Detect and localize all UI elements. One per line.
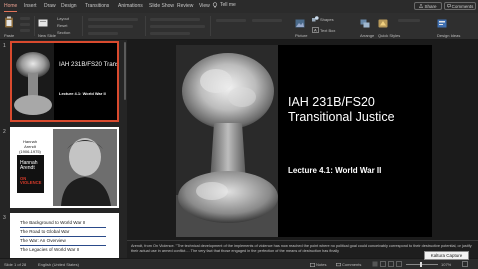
arrange-button[interactable]: Arrange	[360, 15, 374, 38]
comments-toggle-label: Comments	[342, 262, 362, 267]
thumb3-item-3: The War: An Overview	[20, 237, 106, 246]
slide-count: Slide 1 of 28	[4, 262, 27, 267]
current-slide[interactable]: IAH 231B/FS20 Transitional Justice Lectu…	[176, 45, 432, 237]
reset-button[interactable]: Reset	[57, 23, 67, 28]
design-ideas-icon	[437, 19, 447, 28]
comments-toggle[interactable]: Comments	[336, 262, 361, 267]
book-author: Hannah Arendt	[20, 160, 38, 172]
tab-animations[interactable]: Animations	[118, 3, 143, 9]
quick-styles-label: Quick Styles	[378, 33, 401, 38]
thumb1-title: IAH 231B/FS20 Transitional Justice	[59, 61, 119, 68]
thumb3-item-1: The Background to World War II	[20, 219, 106, 228]
design-ideas-label: Design Ideas	[437, 33, 461, 38]
tab-design[interactable]: Design	[61, 3, 77, 9]
quick-styles-icon	[378, 19, 388, 28]
tell-me-search[interactable]: Tell me	[212, 2, 236, 8]
section-button[interactable]: Section	[57, 30, 70, 35]
slide-subtitle[interactable]: Lecture 4.1: World War II	[288, 166, 381, 175]
comment-icon	[446, 4, 451, 8]
slide-sorter-icon	[380, 261, 386, 267]
thumb3-item-2: The Road to Global War	[20, 228, 106, 237]
kaltura-capture-tooltip: Kaltura Capture	[424, 251, 469, 260]
new-slide-label: New Slide	[38, 33, 57, 38]
picture-icon	[295, 19, 305, 28]
thumb2-caption-name: Hannah Arendt	[22, 139, 37, 149]
arrange-icon	[360, 19, 370, 28]
thumb3-item-4: The Legacies of World War II	[20, 247, 80, 252]
picture-button[interactable]: Picture	[295, 15, 307, 38]
slide-thumbnail-1[interactable]: IAH 231B/FS20 Transitional Justice Lectu…	[10, 41, 119, 122]
shapes-icon	[312, 16, 319, 22]
clipboard-icon	[5, 16, 13, 28]
book-title: ON VIOLENCE	[20, 176, 42, 186]
mushroom-cloud-image	[176, 45, 278, 237]
picture-label: Picture	[295, 33, 308, 38]
tab-transitions[interactable]: Transitions	[85, 3, 109, 9]
notes-toggle[interactable]: Notes	[310, 262, 326, 267]
share-icon	[419, 4, 424, 8]
paste-label: Paste	[4, 33, 15, 38]
slide-thumbnail-3[interactable]: The Background to World War II The Road …	[10, 213, 119, 258]
normal-view-icon	[372, 261, 378, 267]
mushroom-cloud-thumbnail-image	[12, 43, 54, 120]
zoom-slider[interactable]	[406, 264, 438, 265]
thumb2-caption: Hannah Arendt (1906-1975)	[17, 139, 43, 154]
tab-home[interactable]: Home	[4, 3, 18, 12]
design-ideas-button[interactable]: Design Ideas	[437, 15, 460, 38]
fit-to-window-icon[interactable]	[462, 261, 468, 267]
tab-slide-show[interactable]: Slide Show	[149, 3, 174, 9]
thumb1-subtitle: Lecture 4.1: World War II	[59, 91, 106, 96]
on-violence-book-cover: Hannah Arendt ON VIOLENCE	[17, 155, 44, 193]
notes-icon	[310, 262, 315, 267]
shapes-button[interactable]: Shapes	[312, 16, 334, 22]
shapes-label: Shapes	[320, 16, 334, 22]
new-slide-button[interactable]: New Slide	[38, 15, 56, 38]
notes-toggle-label: Notes	[316, 262, 327, 267]
layout-button[interactable]: Layout	[57, 16, 69, 21]
new-slide-icon	[38, 19, 48, 27]
comments-label: Comments	[451, 3, 474, 9]
slide-thumbnail-2[interactable]: Hannah Arendt (1906-1975) Hannah Arendt …	[10, 127, 119, 208]
text-box-button[interactable]: A Text Box	[312, 27, 335, 33]
arrange-label: Arrange	[360, 33, 375, 38]
zoom-slider-thumb[interactable]	[420, 262, 422, 267]
language-indicator[interactable]: English (United States)	[38, 262, 79, 267]
tab-insert[interactable]: Insert	[24, 3, 37, 9]
slide-number-2: 2	[3, 129, 6, 135]
text-box-icon: A	[312, 27, 319, 33]
ribbon-tab-bar: Home Insert Draw Design Transitions Anim…	[0, 0, 478, 13]
status-bar: Slide 1 of 28 English (United States) No…	[0, 258, 478, 269]
zoom-level[interactable]: 107%	[441, 262, 451, 267]
thumbnail-scrollbar[interactable]	[124, 42, 126, 100]
quick-styles-button[interactable]: Quick Styles	[378, 15, 400, 38]
comments-status-icon	[336, 262, 341, 266]
paste-button[interactable]: Paste	[4, 15, 14, 38]
share-label: Share	[424, 3, 437, 9]
slideshow-icon	[396, 261, 402, 267]
tab-draw[interactable]: Draw	[44, 3, 56, 9]
slide-number-3: 3	[3, 215, 6, 221]
lightbulb-icon	[212, 2, 218, 8]
thumb2-caption-years: (1906-1975)	[19, 149, 41, 154]
thumb3-list: The Background to World War II The Road …	[20, 219, 106, 254]
reading-view-icon	[388, 261, 394, 267]
slide-title[interactable]: IAH 231B/FS20 Transitional Justice	[288, 95, 395, 125]
hannah-arendt-portrait-image	[53, 129, 117, 206]
tab-review[interactable]: Review	[177, 3, 193, 9]
view-buttons[interactable]	[372, 261, 402, 267]
slide-number-1: 1	[3, 43, 6, 49]
tab-view[interactable]: View	[199, 3, 210, 9]
ribbon-toolbar: Paste New Slide Layout Reset Section Pic…	[0, 13, 478, 40]
text-box-label: Text Box	[320, 27, 336, 33]
share-button[interactable]: Share	[414, 2, 442, 10]
svg-text:A: A	[314, 28, 317, 33]
comments-button[interactable]: Comments	[444, 2, 476, 10]
tell-me-label: Tell me	[220, 2, 236, 8]
